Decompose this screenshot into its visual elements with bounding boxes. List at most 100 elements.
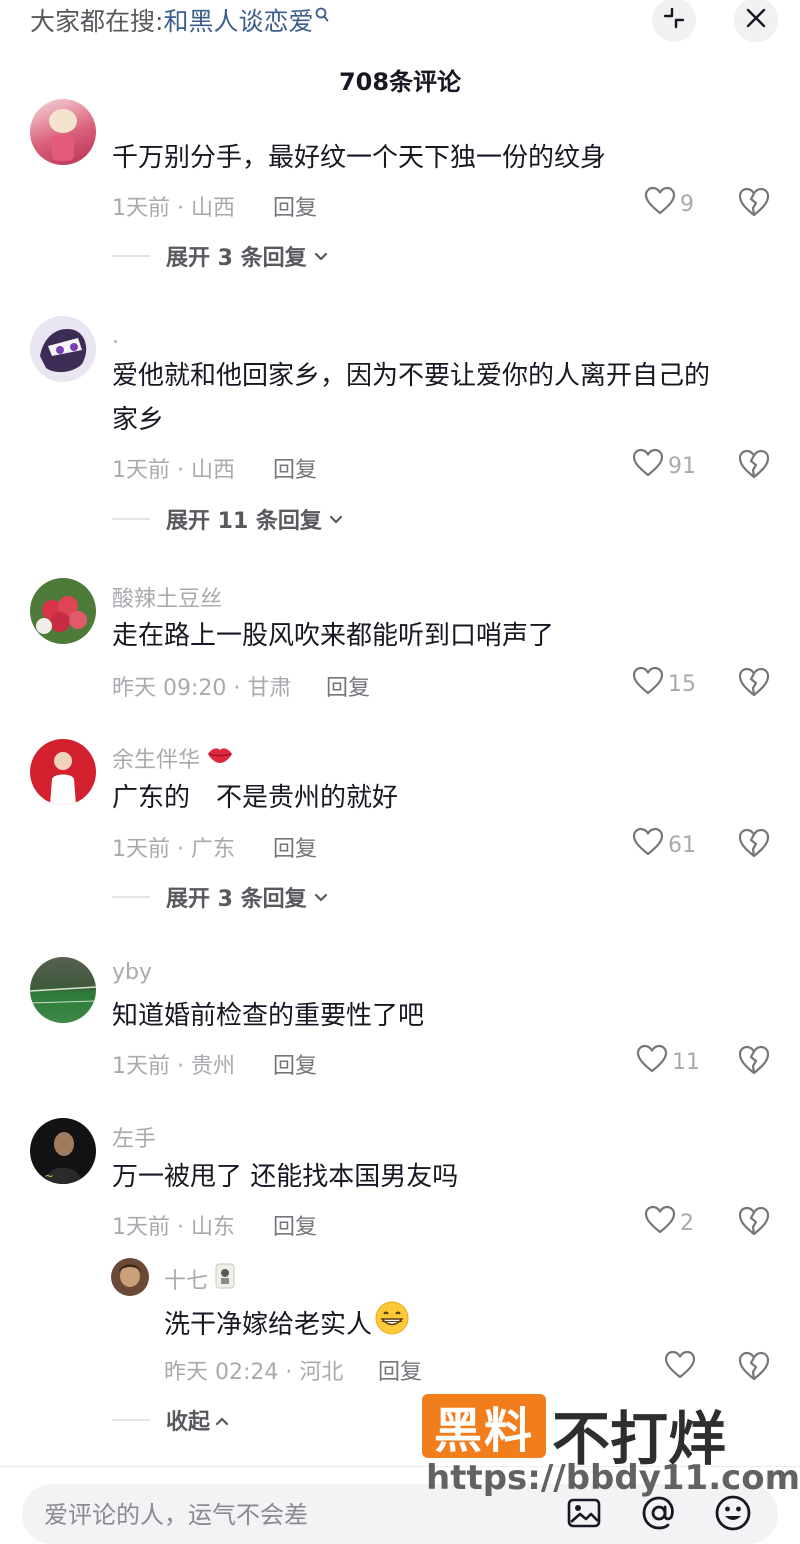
like-button[interactable] xyxy=(664,1350,700,1386)
grin-emoji-icon xyxy=(374,1300,410,1350)
heart-icon xyxy=(632,448,664,484)
like-count: 9 xyxy=(680,191,694,217)
reply-button[interactable]: 回复 xyxy=(273,190,317,222)
search-suggestion-term[interactable]: 和黑人谈恋爱 xyxy=(163,2,313,38)
dislike-button[interactable] xyxy=(737,448,771,482)
watermark-logo-box: 黑料 xyxy=(422,1394,546,1459)
dislike-button[interactable] xyxy=(737,1205,771,1239)
like-count: 61 xyxy=(668,832,696,858)
expand-replies-button[interactable]: 展开 3 条回复 xyxy=(112,240,329,272)
heart-icon xyxy=(644,1205,676,1241)
chevron-up-icon xyxy=(214,1408,230,1433)
expand-replies-button[interactable]: 展开 11 条回复 xyxy=(112,503,344,535)
like-button[interactable]: 15 xyxy=(632,666,696,702)
broken-heart-icon xyxy=(737,187,771,222)
dislike-button[interactable] xyxy=(737,827,771,861)
emoji-button[interactable] xyxy=(714,1494,752,1532)
heart-icon xyxy=(644,186,676,222)
svg-text:~: ~ xyxy=(44,1169,54,1183)
like-button[interactable]: 61 xyxy=(632,827,696,863)
reply-button[interactable]: 回复 xyxy=(273,452,317,484)
dislike-button[interactable] xyxy=(737,186,771,220)
reply-button[interactable]: 回复 xyxy=(273,1209,317,1241)
comment-text-line-1: 爱他就和他回家乡，因为不要让爱你的人离开自己的 xyxy=(112,361,711,391)
close-icon xyxy=(745,7,767,33)
reply-username[interactable]: 十七 xyxy=(164,1262,236,1296)
reply-meta: 昨天 02:24 · 河北 xyxy=(164,1360,344,1385)
like-count: 11 xyxy=(672,1049,700,1075)
comment-meta: 1天前 · 山西 xyxy=(112,196,235,221)
avatar[interactable]: ~ xyxy=(30,1118,96,1184)
comment-text: 万一被甩了 还能找本国男友吗 xyxy=(112,1162,459,1192)
comment-username-label: 余生伴华 xyxy=(112,748,201,773)
search-suggestion-prefix: 大家都在搜: xyxy=(30,7,164,36)
heart-icon xyxy=(632,666,664,702)
comment-text: 走在路上一股风吹来都能听到口哨声了 xyxy=(112,621,555,651)
comment-meta: 1天前 · 贵州 xyxy=(112,1054,235,1079)
dislike-button[interactable] xyxy=(737,1350,771,1384)
collapse-replies-label: 收起 xyxy=(166,1410,211,1435)
comment-text-line-2: 家乡 xyxy=(112,405,165,435)
comment-meta: 昨天 09:20 · 甘肃 xyxy=(112,676,292,701)
like-count: 91 xyxy=(668,453,696,479)
broken-heart-icon xyxy=(737,1206,771,1241)
like-button[interactable]: 91 xyxy=(632,448,696,484)
comment-username[interactable]: 酸辣土豆丝 xyxy=(112,581,222,613)
comment-text: 知道婚前检查的重要性了吧 xyxy=(112,1001,425,1031)
emoji-icon xyxy=(714,1495,752,1536)
image-icon xyxy=(566,1498,602,1535)
comment-username[interactable]: yby xyxy=(112,960,152,985)
expand-replies-label: 展开 3 条回复 xyxy=(166,246,307,271)
avatar[interactable] xyxy=(30,739,96,805)
comment-username[interactable]: 左手 xyxy=(112,1121,156,1153)
reply-button[interactable]: 回复 xyxy=(326,670,370,702)
dislike-button[interactable] xyxy=(737,1044,771,1078)
broken-heart-icon xyxy=(737,449,771,484)
heart-icon xyxy=(632,827,664,863)
expand-divider xyxy=(112,896,150,898)
broken-heart-icon xyxy=(737,828,771,863)
collapse-replies-button[interactable]: 收起 xyxy=(112,1404,230,1436)
comment-text: 广东的 不是贵州的就好 xyxy=(112,783,399,813)
avatar[interactable] xyxy=(30,316,96,382)
reply-text: 洗干净嫁给老实人 xyxy=(164,1310,373,1340)
expand-replies-label: 展开 11 条回复 xyxy=(166,509,322,534)
comment-text: 千万别分手，最好纹一个天下独一份的纹身 xyxy=(112,143,607,173)
search-icon xyxy=(315,4,329,28)
avatar[interactable] xyxy=(111,1258,149,1296)
comment-username[interactable]: . xyxy=(112,324,119,349)
at-icon xyxy=(640,1496,678,1536)
chevron-down-icon xyxy=(328,507,344,532)
like-button[interactable]: 2 xyxy=(644,1205,694,1241)
comment-meta: 1天前 · 广东 xyxy=(112,837,235,862)
broken-heart-icon xyxy=(737,1351,771,1386)
like-button[interactable]: 11 xyxy=(636,1044,700,1080)
like-button[interactable]: 9 xyxy=(644,186,694,222)
comment-count-title: 708条评论 xyxy=(338,68,462,96)
collapse-divider xyxy=(112,1419,150,1421)
reply-button[interactable]: 回复 xyxy=(273,831,317,863)
image-button[interactable] xyxy=(566,1495,602,1531)
dislike-button[interactable] xyxy=(737,666,771,700)
search-suggestion[interactable]: 大家都在搜: 和黑人谈恋爱 xyxy=(30,2,329,38)
comment-username[interactable]: 余生伴华 xyxy=(112,742,234,774)
shrink-icon xyxy=(662,6,686,34)
expand-divider xyxy=(112,518,150,520)
close-button[interactable] xyxy=(734,0,778,42)
chevron-down-icon xyxy=(313,244,329,269)
avatar[interactable] xyxy=(30,578,96,644)
heart-icon xyxy=(636,1044,668,1080)
heart-icon xyxy=(664,1350,696,1386)
shrink-button[interactable] xyxy=(652,0,696,42)
avatar[interactable] xyxy=(30,957,96,1023)
reply-button[interactable]: 回复 xyxy=(378,1354,422,1386)
comment-input-placeholder: 爱评论的人，运气不会差 xyxy=(44,1501,308,1529)
broken-heart-icon xyxy=(737,667,771,702)
like-count: 15 xyxy=(668,671,696,697)
mention-button[interactable] xyxy=(640,1494,678,1532)
reply-text-row: 洗干净嫁给老实人 xyxy=(164,1300,410,1350)
reply-button[interactable]: 回复 xyxy=(273,1048,317,1080)
expand-replies-button[interactable]: 展开 3 条回复 xyxy=(112,881,329,913)
comment-meta: 1天前 · 山西 xyxy=(112,458,235,483)
avatar[interactable] xyxy=(30,99,96,165)
